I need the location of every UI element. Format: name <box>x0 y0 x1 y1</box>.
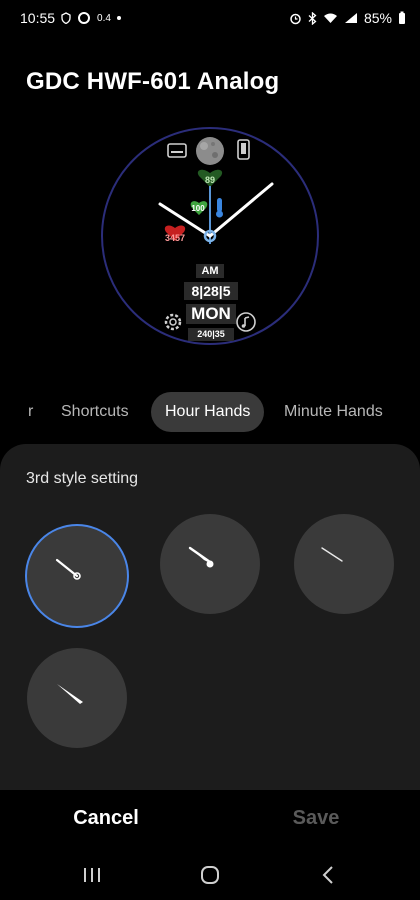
cancel-button[interactable]: Cancel <box>60 800 152 836</box>
battery-value: 100 <box>191 204 205 213</box>
hand-style-4-icon <box>57 684 83 704</box>
tab-previous-partial[interactable]: r <box>28 392 33 432</box>
hand-style-option-3[interactable] <box>294 514 394 614</box>
system-nav-bar <box>0 852 420 900</box>
watch-face-preview: 89 100 3457 AM 8|28|5 MON 240|35 <box>100 126 320 346</box>
hand-style-1-icon <box>55 558 81 580</box>
hand-style-option-2[interactable] <box>160 514 260 614</box>
moon-phase-icon <box>196 137 224 165</box>
back-button[interactable] <box>306 860 350 890</box>
panel-title: 3rd style setting <box>26 470 139 487</box>
back-icon <box>322 866 333 884</box>
style-settings-panel: 3rd style setting <box>0 444 420 790</box>
category-tabs: r Shortcuts Hour Hands Minute Hands <box>0 392 420 432</box>
home-button[interactable] <box>188 860 232 890</box>
battery-icon <box>399 11 405 24</box>
hand-style-option-1[interactable] <box>27 526 127 626</box>
home-icon <box>201 866 219 884</box>
recent-apps-icon <box>84 868 100 882</box>
status-bar: 10:55 0.4 85% <box>0 0 420 36</box>
hand-style-3-icon <box>321 547 343 562</box>
battery-percent: 85% <box>363 10 392 26</box>
bluetooth-icon <box>308 11 317 25</box>
hand-style-2-icon <box>188 546 214 568</box>
heart-rate-value: 89 <box>204 175 215 185</box>
day-display: MON <box>186 304 236 324</box>
status-left: 10:55 0.4 <box>20 10 121 26</box>
temperature-icon <box>216 198 223 218</box>
shield-icon <box>61 12 71 24</box>
save-button[interactable]: Save <box>276 800 356 836</box>
tab-shortcuts[interactable]: Shortcuts <box>61 392 129 432</box>
page-title: GDC HWF-601 Analog <box>26 68 280 95</box>
status-right: 85% <box>289 10 406 26</box>
date-display: 8|28|5 <box>184 282 238 300</box>
am-pm-label: AM <box>196 264 224 278</box>
signal-icon <box>344 13 357 23</box>
steps-value: 3457 <box>164 233 186 243</box>
sync-icon <box>78 12 91 24</box>
tab-hour-hands[interactable]: Hour Hands <box>151 392 265 432</box>
recent-apps-button[interactable] <box>70 860 114 890</box>
alarm-icon <box>290 13 301 24</box>
tab-minute-hands[interactable]: Minute Hands <box>284 392 383 432</box>
status-extra: 0.4 <box>97 12 111 24</box>
notification-dot-icon <box>116 16 121 20</box>
numbers-display: 240|35 <box>188 328 234 341</box>
wifi-icon <box>323 13 337 23</box>
hand-style-option-4[interactable] <box>27 648 127 748</box>
status-time: 10:55 <box>20 10 56 26</box>
